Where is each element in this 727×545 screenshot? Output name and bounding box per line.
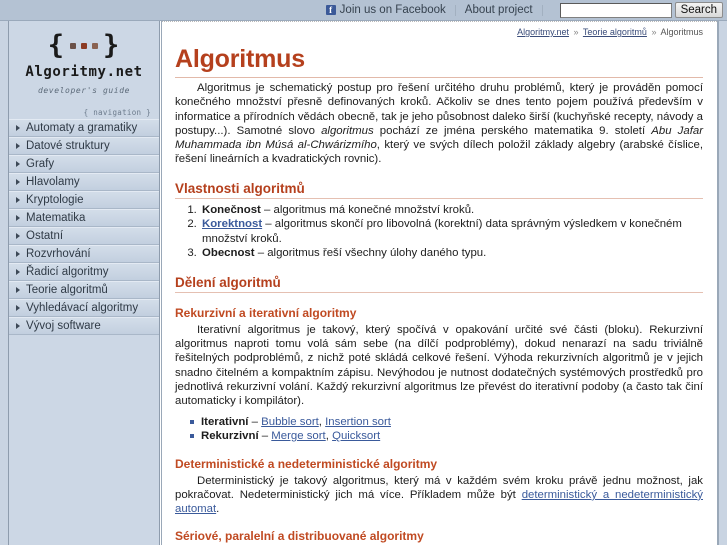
link-insertion-sort[interactable]: Insertion sort [325, 416, 391, 428]
subsection-heading-deterministic: Deterministické a nedeterministické algo… [175, 456, 438, 471]
properties-list: Konečnost – algoritmus má konečné množst… [175, 203, 703, 261]
top-bar: f Join us on Facebook About project Sear… [0, 0, 727, 21]
chevron-right-icon [16, 251, 20, 257]
sidebar-item-label: Matematika [26, 212, 86, 224]
breadcrumb-current: Algoritmus [660, 27, 703, 37]
sidebar-item-label: Řadicí algoritmy [26, 266, 109, 278]
property-description: – algoritmus skončí pro libovolná (korek… [202, 218, 682, 245]
sidebar-item-0[interactable]: Automaty a gramatiky [9, 119, 159, 137]
sidebar-item-3[interactable]: Hlavolamy [9, 173, 159, 191]
chevron-right-icon [16, 287, 20, 293]
main-content: Algoritmy.net » Teorie algoritmů » Algor… [161, 21, 718, 545]
topbar-divider [541, 4, 543, 16]
deterministic-paragraph: Deterministický je takový algoritmus, kt… [175, 474, 703, 517]
chevron-right-icon [16, 179, 20, 185]
sidebar-item-9[interactable]: Teorie algoritmů [9, 281, 159, 299]
intro-italic-algoritmus: algoritmus [321, 124, 374, 137]
property-item: Obecnost – algoritmus řeší všechny úlohy… [200, 246, 703, 261]
link-quicksort[interactable]: Quicksort [332, 430, 380, 442]
property-description: – algoritmus má konečné množství kroků. [260, 203, 475, 216]
property-term: Konečnost [202, 203, 261, 216]
page-title: Algoritmus [175, 45, 703, 78]
logo-wordmark: Algoritmy.net [25, 64, 143, 80]
link-merge-sort[interactable]: Merge sort [271, 430, 325, 442]
sidebar-item-4[interactable]: Kryptologie [9, 191, 159, 209]
sidebar-item-1[interactable]: Datové struktury [9, 137, 159, 155]
page-right-gutter [718, 21, 727, 545]
chevron-right-icon [16, 323, 20, 329]
topbar-divider [454, 4, 456, 16]
sidebar-item-6[interactable]: Ostatní [9, 227, 159, 245]
intro-text-b: pochází ze jména perského matematika 9. … [373, 124, 652, 137]
algorithm-kind-term: Iterativní [201, 415, 249, 428]
breadcrumb-parent[interactable]: Teorie algoritmů [583, 27, 647, 37]
facebook-link-label: Join us on Facebook [339, 4, 446, 16]
chevron-right-icon [16, 215, 20, 221]
sidebar-item-label: Vyhledávací algoritmy [26, 302, 139, 314]
site-logo[interactable]: { } Algoritmy.net developer's guide { na… [9, 21, 159, 119]
sidebar-item-8[interactable]: Řadicí algoritmy [9, 263, 159, 281]
logo-dot-3 [92, 43, 98, 49]
sidebar-item-label: Automaty a gramatiky [26, 122, 138, 134]
algorithm-kinds-list: Iterativní – Bubble sort, Insertion sort… [175, 415, 703, 444]
sidebar-item-11[interactable]: Vývoj software [9, 317, 159, 335]
subsection-heading-serial: Sériové, paralelní a distribuované algor… [175, 529, 424, 544]
recursive-paragraph: Iterativní algoritmus je takový, který s… [175, 323, 703, 408]
property-term: Obecnost [202, 247, 255, 260]
sidebar-item-label: Datové struktury [26, 140, 110, 152]
about-project-link[interactable]: About project [465, 4, 533, 16]
chevron-right-icon [16, 305, 20, 311]
algorithm-kind-item: Rekurzivní – Merge sort, Quicksort [190, 429, 703, 444]
property-item: Konečnost – algoritmus má konečné množst… [200, 203, 703, 218]
chevron-right-icon [16, 143, 20, 149]
breadcrumb: Algoritmy.net » Teorie algoritmů » Algor… [175, 22, 703, 37]
breadcrumb-separator: » [651, 27, 657, 37]
sidebar-item-10[interactable]: Vyhledávací algoritmy [9, 299, 159, 317]
algorithm-kind-item: Iterativní – Bubble sort, Insertion sort [190, 415, 703, 430]
chevron-right-icon [16, 269, 20, 275]
sidebar-item-label: Grafy [26, 158, 55, 170]
sidebar-item-label: Rozvrhování [26, 248, 91, 260]
chevron-right-icon [16, 125, 20, 131]
chevron-right-icon [16, 233, 20, 239]
search-button[interactable]: Search [674, 2, 723, 18]
sidebar-item-5[interactable]: Matematika [9, 209, 159, 227]
section-heading-division: Dělení algoritmů [175, 275, 703, 293]
dash-separator: – [248, 415, 262, 428]
sidebar-item-2[interactable]: Grafy [9, 155, 159, 173]
sidebar-item-7[interactable]: Rozvrhování [9, 245, 159, 263]
algorithm-kind-term: Rekurzivní [201, 430, 259, 443]
sidebar: { } Algoritmy.net developer's guide { na… [8, 21, 160, 545]
navigation-label[interactable]: { navigation } [84, 108, 151, 117]
logo-dot-1 [70, 43, 76, 49]
logo-braces-graphic: { } [9, 32, 159, 60]
property-item: Korektnost – algoritmus skončí pro libov… [200, 217, 703, 246]
deterministic-text-b: . [216, 503, 220, 516]
dash-separator: – [258, 430, 272, 443]
section-heading-properties: Vlastnosti algoritmů [175, 181, 703, 199]
sidebar-item-label: Teorie algoritmů [26, 284, 108, 296]
property-term[interactable]: Korektnost [202, 218, 262, 230]
link-bubble-sort[interactable]: Bubble sort [261, 416, 319, 428]
intro-paragraph: Algoritmus je schematický postup pro řeš… [175, 81, 703, 167]
property-description: – algoritmus řeší všechny úlohy daného t… [254, 247, 487, 260]
sidebar-item-label: Hlavolamy [26, 176, 80, 188]
logo-brace-right: } [103, 30, 121, 61]
sidebar-item-label: Kryptologie [26, 194, 84, 206]
search-input[interactable] [559, 2, 672, 18]
chevron-right-icon [16, 197, 20, 203]
chevron-right-icon [16, 161, 20, 167]
page-left-gutter [0, 21, 8, 545]
breadcrumb-root[interactable]: Algoritmy.net [517, 27, 569, 37]
subsection-heading-recursive: Rekurzivní a iterativní algoritmy [175, 305, 357, 320]
sidebar-item-label: Vývoj software [26, 320, 101, 332]
sidebar-item-label: Ostatní [26, 230, 64, 242]
logo-tagline: developer's guide [37, 86, 131, 95]
facebook-icon: f [325, 5, 336, 15]
logo-dot-2 [81, 43, 87, 49]
breadcrumb-separator: » [573, 27, 579, 37]
logo-brace-left: { [47, 30, 65, 61]
facebook-link[interactable]: f Join us on Facebook [325, 4, 446, 16]
sidebar-nav: Automaty a gramatiky Datové struktury Graf… [9, 119, 159, 335]
